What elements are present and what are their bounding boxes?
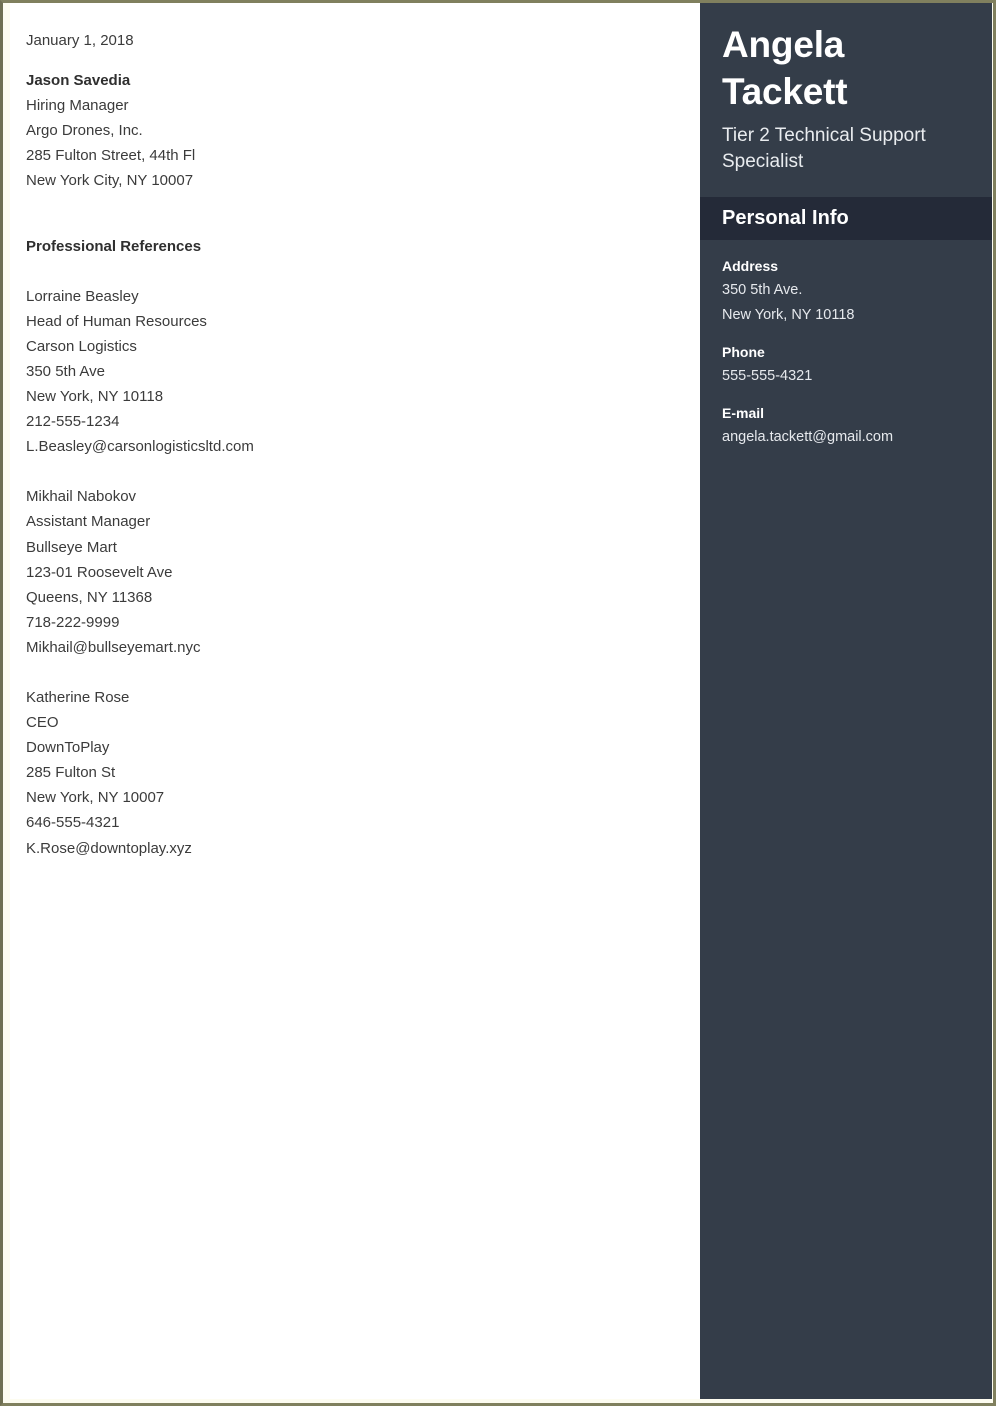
reference-entry: Mikhail Nabokov Assistant Manager Bullse…: [26, 484, 670, 660]
reference-name: Lorraine Beasley: [26, 287, 139, 305]
reference-title: Assistant Manager: [26, 513, 151, 531]
reference-phone: 212-555-1234: [26, 413, 120, 431]
recipient-company: Argo Drones, Inc.: [26, 122, 143, 140]
reference-company: Carson Logistics: [26, 337, 137, 355]
letter-date: January 1, 2018: [26, 32, 134, 49]
candidate-first-name: Angela: [722, 24, 845, 65]
personal-info-heading: Personal Info: [722, 207, 849, 229]
email-value[interactable]: angela.tackett@gmail.com: [722, 425, 972, 450]
address-group: Address 350 5th Ave. New York, NY 10118: [722, 254, 972, 328]
reference-phone: 718-222-9999: [26, 613, 120, 631]
personal-info-content: Address 350 5th Ave. New York, NY 10118 …: [700, 240, 992, 450]
reference-city-state-zip: Queens, NY 11368: [26, 588, 153, 606]
reference-street: 123-01 Roosevelt Ave: [26, 563, 173, 581]
recipient-address-block: Jason Savedia Hiring Manager Argo Drones…: [26, 68, 670, 193]
phone-value[interactable]: 555-555-4321: [722, 364, 972, 389]
recipient-street: 285 Fulton Street, 44th Fl: [26, 147, 196, 165]
reference-name: Mikhail Nabokov: [26, 488, 137, 506]
recipient-title: Hiring Manager: [26, 97, 129, 115]
resume-sheet: January 1, 2018 Jason Savedia Hiring Man…: [10, 3, 992, 1399]
personal-info-section-bar: Personal Info: [700, 197, 992, 240]
email-label: E-mail: [722, 405, 765, 421]
reference-email: Mikhail@bullseyemart.nyc: [26, 638, 201, 656]
candidate-last-name: Tackett: [722, 71, 848, 112]
reference-title: Head of Human Resources: [26, 312, 207, 330]
reference-street: 285 Fulton St: [26, 764, 116, 782]
reference-entry: Katherine Rose CEO DownToPlay 285 Fulton…: [26, 685, 670, 861]
reference-city-state-zip: New York, NY 10007: [26, 789, 165, 807]
reference-letter-body: January 1, 2018 Jason Savedia Hiring Man…: [10, 3, 700, 1399]
reference-street: 350 5th Ave: [26, 362, 105, 380]
section-heading-professional-references: Professional References: [26, 237, 202, 255]
address-line-2: New York, NY 10118: [722, 307, 855, 323]
address-label: Address: [722, 258, 779, 274]
reference-company: DownToPlay: [26, 739, 110, 757]
phone-label: Phone: [722, 344, 765, 360]
reference-email: L.Beasley@carsonlogisticsltd.com: [26, 438, 254, 456]
sidebar-header: Angela Tackett Tier 2 Technical Support …: [700, 3, 992, 197]
recipient-city-state-zip: New York City, NY 10007: [26, 172, 194, 190]
candidate-job-title: Tier 2 Technical Support Specialist: [722, 125, 926, 172]
email-group: E-mail angela.tackett@gmail.com: [722, 401, 972, 450]
reference-name: Katherine Rose: [26, 688, 130, 706]
phone-group: Phone 555-555-4321: [722, 340, 972, 389]
reference-title: CEO: [26, 714, 59, 732]
reference-company: Bullseye Mart: [26, 538, 117, 556]
resume-sidebar: Angela Tackett Tier 2 Technical Support …: [700, 3, 992, 1399]
reference-city-state-zip: New York, NY 10118: [26, 388, 164, 406]
reference-email: K.Rose@downtoplay.xyz: [26, 839, 192, 857]
resume-page: January 1, 2018 Jason Savedia Hiring Man…: [0, 0, 996, 1406]
recipient-name: Jason Savedia: [26, 72, 131, 90]
reference-entry: Lorraine Beasley Head of Human Resources…: [26, 284, 670, 460]
reference-phone: 646-555-4321: [26, 814, 120, 832]
address-line-1: 350 5th Ave.: [722, 282, 803, 298]
